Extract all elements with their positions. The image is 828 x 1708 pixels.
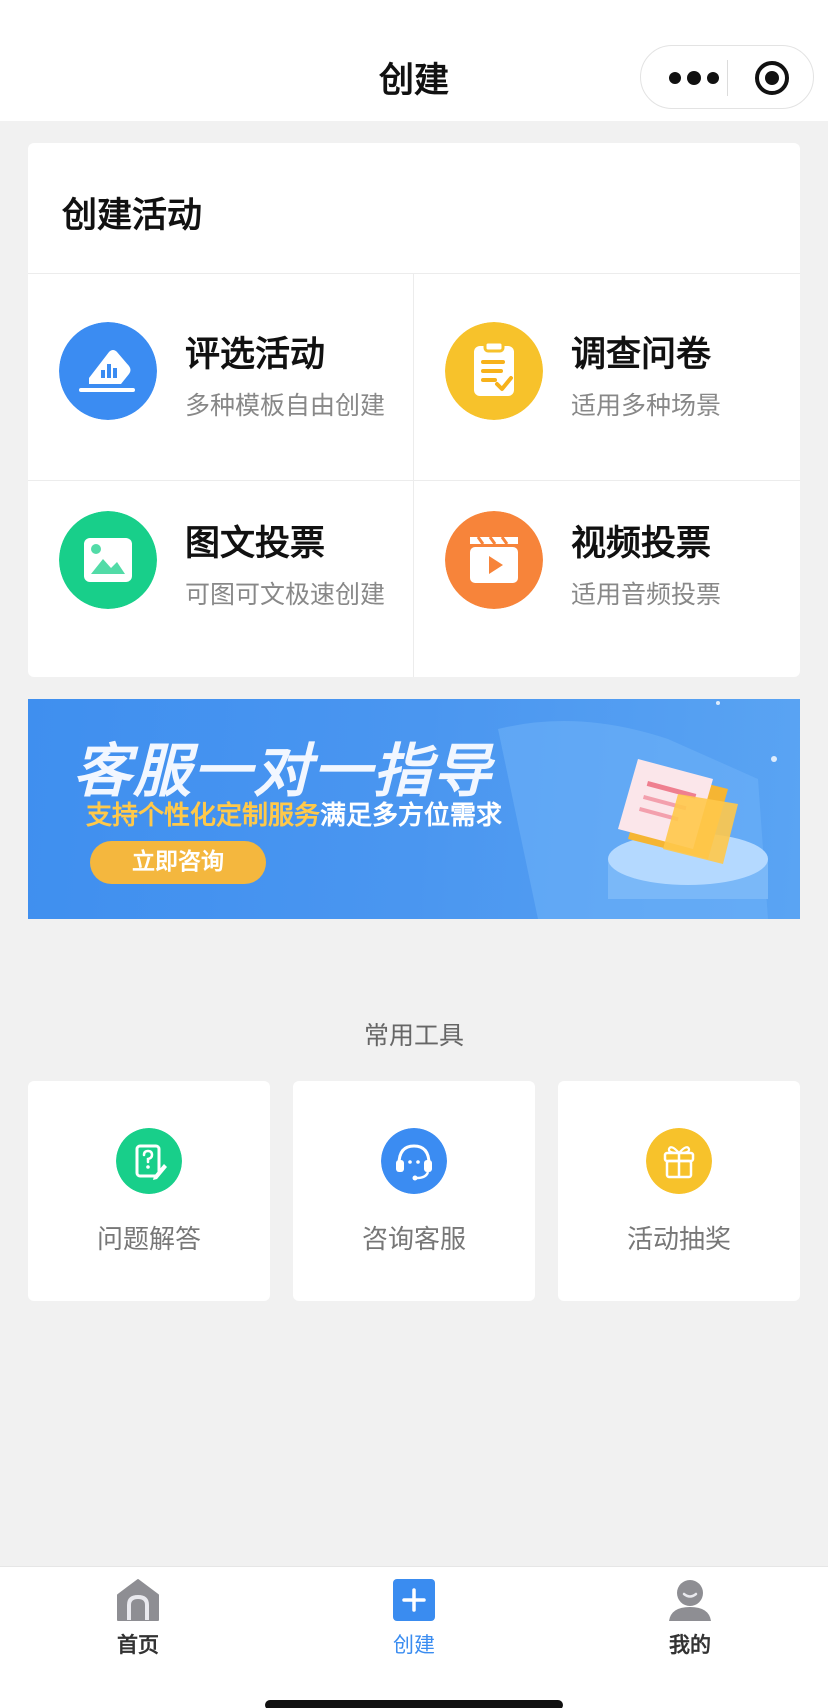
tab-home[interactable]: 首页	[78, 1577, 198, 1659]
activity-name: 图文投票	[185, 524, 326, 564]
headset-icon	[381, 1128, 447, 1194]
activity-rating[interactable]: 评选活动 多种模板自由创建	[28, 274, 414, 481]
tab-label: 首页	[117, 1633, 159, 1657]
activity-desc: 多种模板自由创建	[185, 391, 386, 420]
tool-customer-service[interactable]: 咨询客服	[293, 1081, 535, 1301]
activity-name: 评选活动	[185, 335, 326, 375]
tab-mine[interactable]: 我的	[630, 1577, 750, 1659]
tab-label: 我的	[669, 1633, 711, 1657]
banner-subtitle-rest: 满足多方位需求	[320, 801, 503, 831]
activity-desc: 适用音频投票	[571, 580, 722, 609]
create-section-title: 创建活动	[62, 196, 203, 236]
activity-video-vote[interactable]: 视频投票 适用音频投票	[414, 481, 800, 677]
image-icon	[59, 511, 157, 609]
question-note-icon	[116, 1128, 182, 1194]
tool-label: 活动抽奖	[626, 1225, 731, 1255]
vote-chart-icon	[59, 322, 157, 420]
video-clapper-icon	[445, 511, 543, 609]
activity-image-vote[interactable]: 图文投票 可图可文极速创建	[28, 481, 414, 677]
activity-name: 调查问卷	[571, 335, 712, 375]
tool-faq[interactable]: 问题解答	[28, 1081, 270, 1301]
activity-desc: 可图可文极速创建	[185, 580, 386, 609]
plus-icon	[393, 1579, 435, 1621]
banner-subtitle-highlight: 支持个性化定制服务	[86, 801, 321, 831]
tool-lottery[interactable]: 活动抽奖	[558, 1081, 800, 1301]
consult-banner[interactable]: 客服一对一指导 支持个性化定制服务满足多方位需求 立即咨询	[28, 699, 800, 919]
tool-label: 问题解答	[96, 1225, 201, 1255]
tool-label: 咨询客服	[361, 1225, 466, 1255]
activity-survey[interactable]: 调查问卷 适用多种场景	[414, 274, 800, 481]
tab-label: 创建	[393, 1633, 435, 1657]
bottom-tab-bar: 首页 创建 我的	[0, 1566, 828, 1708]
navigation-bar: 创建	[0, 0, 828, 121]
tools-section-title: 常用工具	[363, 1021, 464, 1050]
mini-program-capsule	[640, 45, 814, 109]
home-icon	[117, 1579, 159, 1621]
user-icon	[669, 1580, 711, 1621]
create-activity-card: 创建活动 评选活动 多种模板自由创建 调查问卷 适用多种场景 图文投票 可图可文…	[28, 143, 800, 677]
document-illustration	[498, 701, 777, 919]
tab-create[interactable]: 创建	[354, 1577, 474, 1659]
more-dots-icon[interactable]	[667, 68, 721, 88]
activity-desc: 适用多种场景	[571, 391, 722, 420]
capsule-divider	[727, 60, 728, 96]
home-indicator	[265, 1700, 563, 1708]
banner-subtitle: 支持个性化定制服务满足多方位需求	[86, 795, 502, 832]
clipboard-icon	[445, 322, 543, 420]
gift-icon	[646, 1128, 712, 1194]
consult-now-button[interactable]: 立即咨询	[90, 841, 266, 884]
activity-name: 视频投票	[571, 524, 712, 564]
target-circle-icon[interactable]	[752, 58, 792, 98]
